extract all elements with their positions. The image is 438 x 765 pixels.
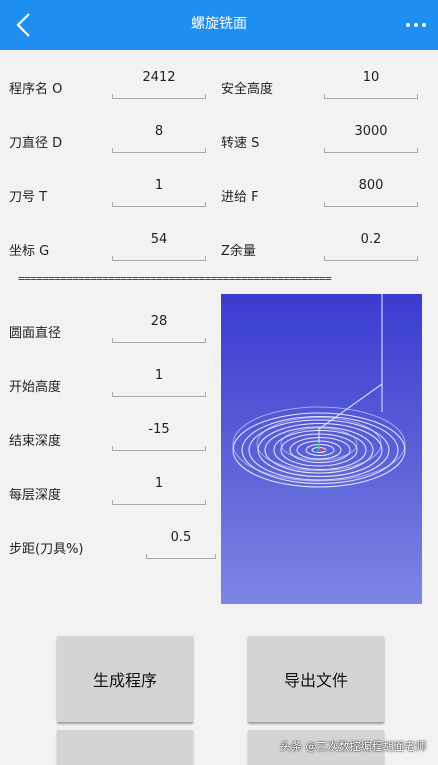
tool-diameter-input[interactable] [113, 118, 205, 144]
watermark-text: 头条 @三次数控编程胡面老师 [280, 740, 427, 753]
label-start-height: 开始高度 [9, 380, 62, 395]
label-work-coordinate: 坐标 G [9, 244, 50, 259]
label-z-allowance: Z余量 [221, 244, 256, 259]
more-options-button[interactable] [398, 8, 434, 42]
stepover-input[interactable] [135, 524, 227, 550]
work-coordinate-input[interactable] [113, 226, 205, 252]
label-end-depth: 结束深度 [9, 434, 62, 449]
toolpath-preview[interactable] [221, 294, 422, 604]
input-underline [324, 202, 418, 207]
input-underline [112, 392, 206, 397]
label-safe-height: 安全高度 [221, 82, 274, 97]
safe-height-input[interactable] [325, 64, 417, 90]
spindle-speed-input[interactable] [325, 118, 417, 144]
section-divider: ========================================… [18, 272, 332, 285]
layer-depth-input[interactable] [113, 470, 205, 496]
spiral-toolpath-graphic [232, 294, 406, 488]
input-underline [112, 500, 206, 505]
feed-rate-input[interactable] [325, 172, 417, 198]
label-tool-diameter: 刀直径 D [9, 136, 63, 151]
generate-program-button[interactable]: 生成程序 [57, 636, 193, 722]
label-layer-depth: 每层深度 [9, 488, 62, 503]
more-dots-icon [406, 23, 410, 27]
input-underline [112, 338, 206, 343]
program-name-input[interactable] [113, 64, 205, 90]
label-spindle-speed: 转速 S [221, 136, 260, 151]
page-title: 螺旋铣面 [191, 16, 247, 32]
start-height-input[interactable] [113, 362, 205, 388]
label-tool-number: 刀号 T [9, 190, 48, 205]
input-underline [324, 94, 418, 99]
input-underline [112, 148, 206, 153]
input-underline [324, 148, 418, 153]
face-diameter-input[interactable] [113, 308, 205, 334]
input-underline [146, 554, 216, 559]
input-underline [112, 446, 206, 451]
input-underline [112, 256, 206, 261]
tool-number-input[interactable] [113, 172, 205, 198]
label-program-name: 程序名 O [9, 82, 63, 97]
export-file-button[interactable]: 导出文件 [248, 636, 384, 722]
input-underline [112, 202, 206, 207]
input-underline [324, 256, 418, 261]
partial-button[interactable] [57, 730, 193, 765]
end-depth-input[interactable] [113, 416, 205, 442]
label-feed-rate: 进给 F [221, 190, 259, 205]
input-underline [112, 94, 206, 99]
app-bar: 螺旋铣面 [0, 0, 438, 50]
z-allowance-input[interactable] [325, 226, 417, 252]
label-face-diameter: 圆面直径 [9, 326, 62, 341]
label-stepover: 步距(刀具%) [9, 542, 84, 557]
